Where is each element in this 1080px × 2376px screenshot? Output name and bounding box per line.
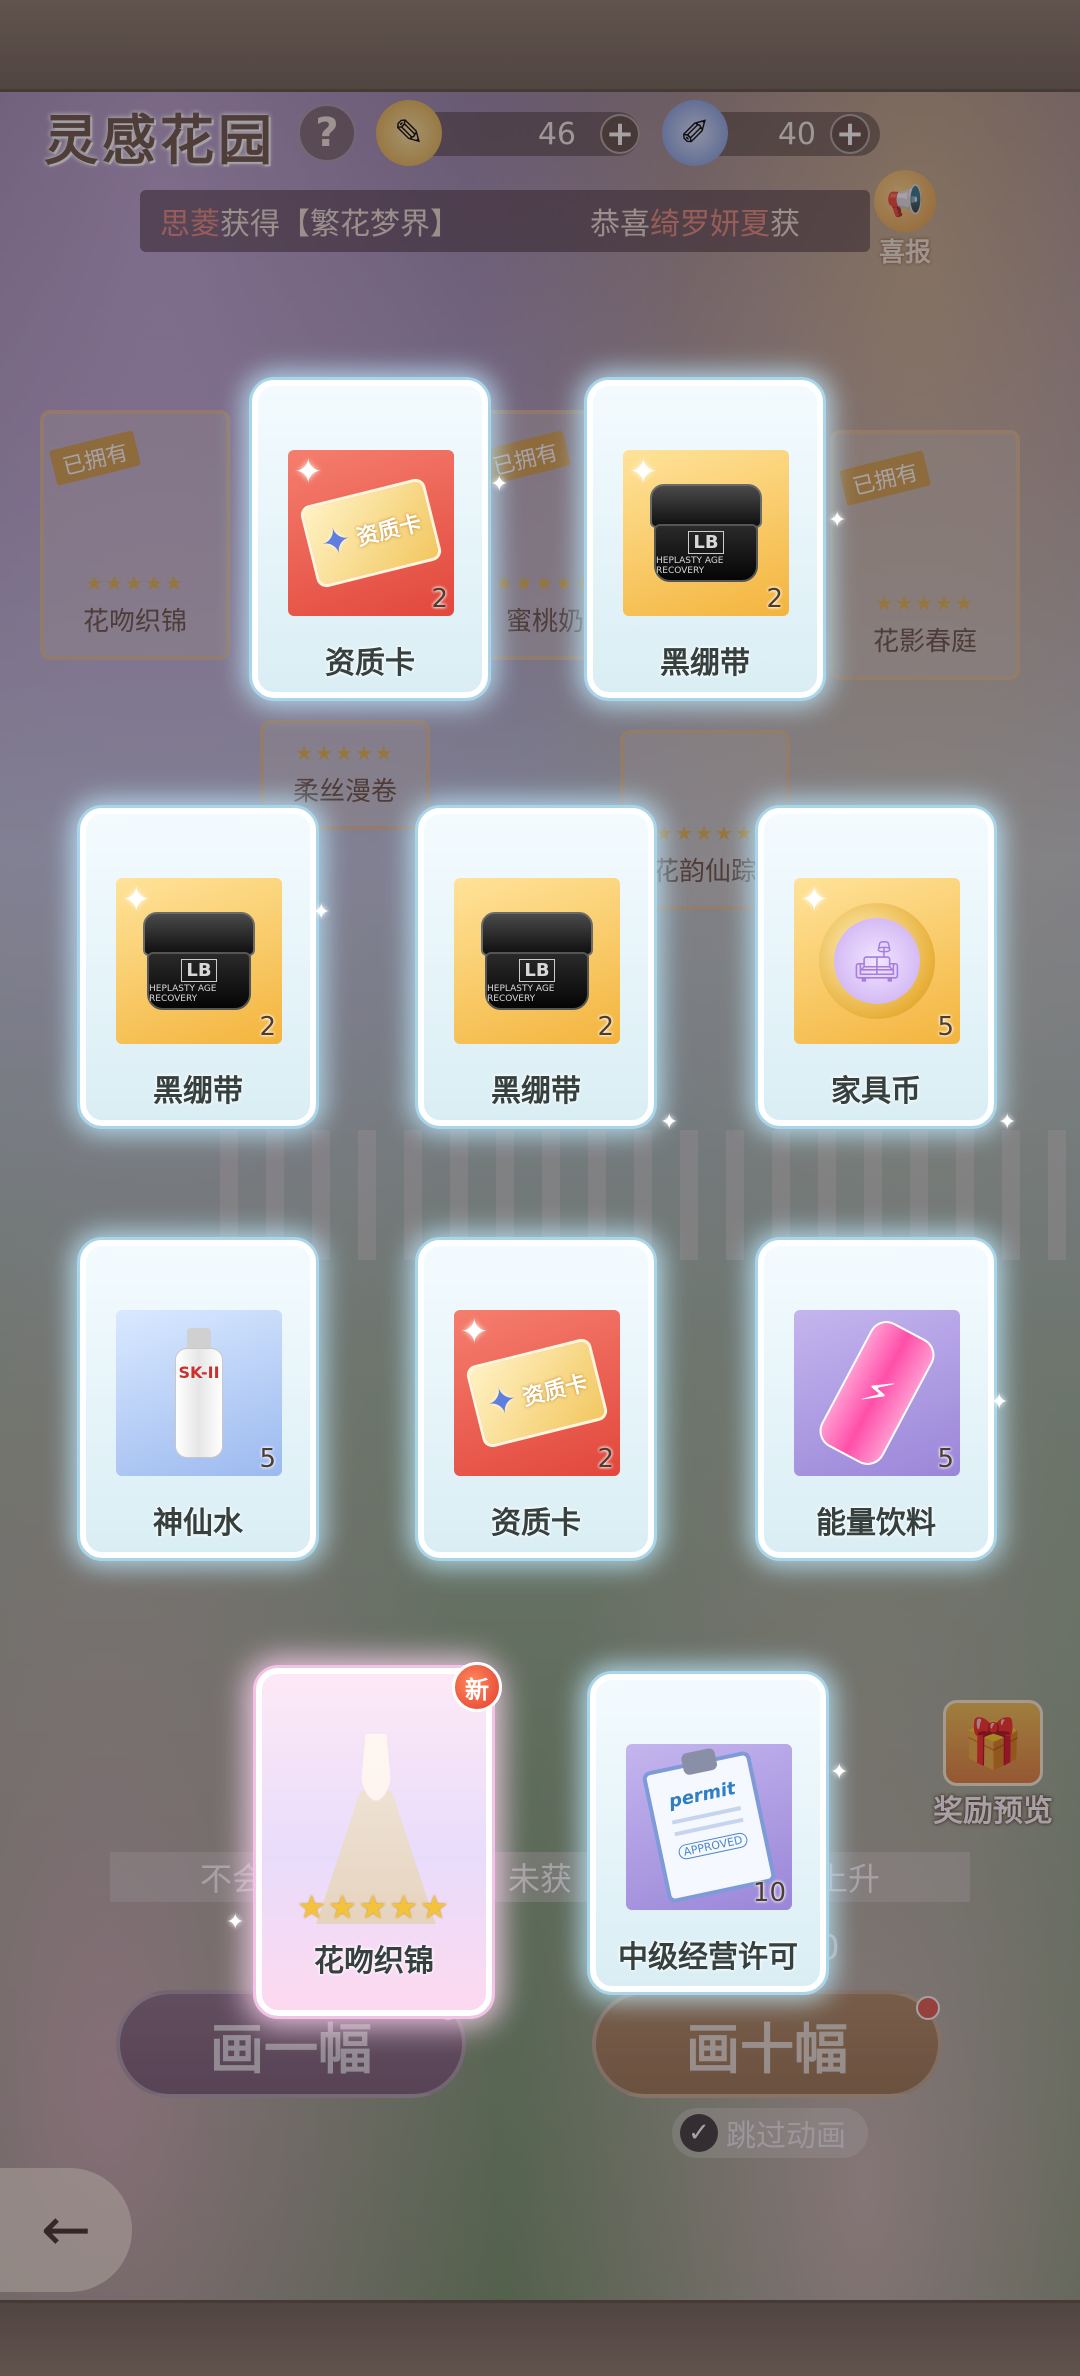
reward-card[interactable]: LB HEPLASTY AGE RECOVERY ✦ 2 黑绷带 — [80, 808, 316, 1126]
twinkle-icon: ✦ — [660, 1110, 679, 1135]
reward-name: 中级经营许可 — [618, 1940, 798, 1975]
jar-brand: LB — [688, 530, 724, 554]
reward-quantity: 10 — [752, 1878, 786, 1908]
twinkle-icon: ✦ — [990, 1390, 1009, 1415]
reward-name: 家具币 — [831, 1074, 921, 1109]
twinkle-icon: ✦ — [828, 508, 847, 533]
reward-quantity: 2 — [597, 1012, 614, 1042]
essence-bottle-icon: SK-II 5 — [116, 1310, 282, 1476]
reward-quantity: 5 — [937, 1012, 954, 1042]
jar-brand: LB — [519, 958, 555, 982]
furniture-coin-icon: 🛋 ✦ 5 — [794, 878, 960, 1044]
reward-name: 资质卡 — [325, 646, 415, 681]
reward-quantity: 2 — [259, 1012, 276, 1042]
twinkle-icon: ✦ — [312, 900, 331, 925]
reward-name: 能量饮料 — [816, 1506, 936, 1541]
rarity-stars: ★★★★★ — [297, 1888, 451, 1926]
permit-text: permit — [667, 1777, 738, 1813]
twinkle-icon: ✦ — [998, 1110, 1017, 1135]
qualification-card-icon: ✦ 资质卡 ✦ 2 — [454, 1310, 620, 1476]
sparkle-icon: ✦ — [629, 452, 658, 492]
reward-name: 神仙水 — [153, 1506, 243, 1541]
reward-card-outfit[interactable]: ★★★★★ 花吻织锦 新 — [256, 1662, 502, 2016]
twinkle-icon: ✦ — [490, 472, 509, 497]
reward-quantity: 5 — [937, 1444, 954, 1474]
qualification-card-icon: ✦ 资质卡 ✦ 2 — [288, 450, 454, 616]
reward-quantity: 2 — [597, 1444, 614, 1474]
reward-name: 黑绷带 — [660, 646, 750, 681]
sparkle-icon: ✦ — [800, 880, 829, 920]
reward-quantity: 5 — [259, 1444, 276, 1474]
jar-brand: LB — [181, 958, 217, 982]
twinkle-icon: ✦ — [830, 1760, 849, 1785]
reward-card[interactable]: LB HEPLASTY AGE RECOVERY 2 黑绷带 — [418, 808, 654, 1126]
dim-overlay — [0, 0, 1080, 2376]
new-badge: 新 — [452, 1662, 502, 1712]
black-jar-icon: LB HEPLASTY AGE RECOVERY ✦ 2 — [623, 450, 789, 616]
reward-name: 花吻织锦 — [314, 1944, 434, 1979]
reward-name: 黑绷带 — [153, 1074, 243, 1109]
reward-name: 资质卡 — [491, 1506, 581, 1541]
reward-quantity: 2 — [766, 584, 783, 614]
reward-card[interactable]: SK-II 5 神仙水 — [80, 1240, 316, 1558]
sparkle-icon: ✦ — [122, 880, 151, 920]
jar-text: HEPLASTY AGE RECOVERY — [149, 983, 217, 1004]
sparkle-icon: ✦ — [460, 1312, 489, 1352]
ticket-text: 资质卡 — [520, 1370, 591, 1412]
jar-text: HEPLASTY AGE RECOVERY — [656, 555, 724, 576]
jar-text: HEPLASTY AGE RECOVERY — [487, 983, 555, 1004]
black-jar-icon: LB HEPLASTY AGE RECOVERY ✦ 2 — [116, 878, 282, 1044]
permit-clipboard-icon: permit APPROVED 10 — [626, 1744, 792, 1910]
reward-card[interactable]: ✦ 资质卡 ✦ 2 资质卡 — [418, 1240, 654, 1558]
bottle-text: SK-II — [175, 1348, 223, 1458]
ticket-text: 资质卡 — [354, 510, 425, 552]
reward-name: 黑绷带 — [491, 1074, 581, 1109]
sparkle-icon: ✦ — [294, 452, 323, 492]
reward-card[interactable]: LB HEPLASTY AGE RECOVERY ✦ 2 黑绷带 — [587, 380, 823, 698]
reward-card[interactable]: permit APPROVED 10 中级经营许可 — [590, 1674, 826, 1992]
energy-drink-icon: ⚡ 5 — [794, 1310, 960, 1476]
twinkle-icon: ✦ — [226, 1910, 245, 1935]
reward-quantity: 2 — [431, 584, 448, 614]
reward-card[interactable]: ✦ 资质卡 ✦ 2 资质卡 — [252, 380, 488, 698]
reward-card[interactable]: 🛋 ✦ 5 家具币 — [758, 808, 994, 1126]
reward-card[interactable]: ⚡ 5 能量饮料 — [758, 1240, 994, 1558]
black-jar-icon: LB HEPLASTY AGE RECOVERY 2 — [454, 878, 620, 1044]
approved-stamp: APPROVED — [677, 1831, 749, 1861]
